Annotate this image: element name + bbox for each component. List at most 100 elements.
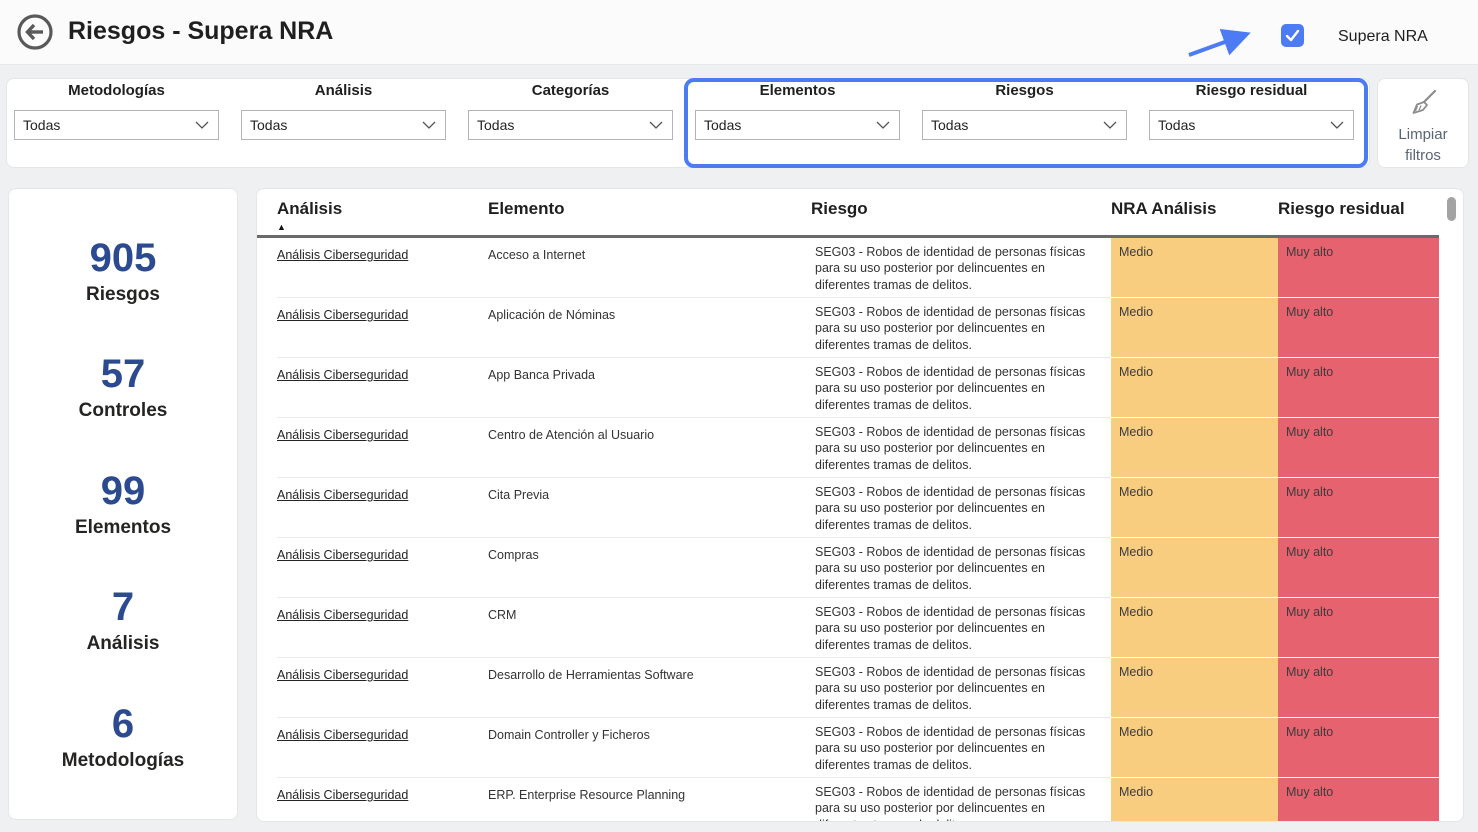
chevron-down-icon (876, 121, 890, 129)
dropdown-value: Todas (1158, 117, 1195, 133)
table-row: Análisis Ciberseguridad ERP. Enterprise … (257, 778, 1463, 822)
kpi-value: 905 (9, 237, 237, 279)
kpi-label: Controles (9, 400, 237, 422)
supera-nra-checkbox[interactable] (1281, 24, 1304, 47)
analisis-link[interactable]: Análisis Ciberseguridad (277, 788, 408, 802)
riesgo-cell: SEG03 - Robos de identidad de personas f… (811, 418, 1111, 478)
filter-elementos: Elementos Todas (695, 82, 900, 140)
riesgo-residual-cell: Muy alto (1278, 238, 1439, 298)
kpi-label: Elementos (9, 517, 237, 539)
nra-analisis-cell: Medio (1111, 598, 1278, 658)
riesgo-cell: SEG03 - Robos de identidad de personas f… (811, 598, 1111, 658)
arrow-left-icon (15, 12, 55, 52)
vertical-scrollbar[interactable] (1447, 197, 1456, 221)
riesgo-cell: SEG03 - Robos de identidad de personas f… (811, 538, 1111, 598)
categorias-dropdown[interactable]: Todas (468, 110, 673, 140)
chevron-down-icon (422, 121, 436, 129)
table-header-row: Análisis ▲ Elemento Riesgo NRA Análisis … (257, 189, 1439, 238)
elemento-cell: CRM (488, 598, 811, 658)
riesgo-residual-cell: Muy alto (1278, 718, 1439, 778)
analisis-link[interactable]: Análisis Ciberseguridad (277, 668, 408, 682)
back-button[interactable] (15, 12, 55, 52)
filter-label: Elementos (695, 82, 900, 99)
analisis-link[interactable]: Análisis Ciberseguridad (277, 488, 408, 502)
riesgo-residual-cell: Muy alto (1278, 298, 1439, 358)
metodologias-dropdown[interactable]: Todas (14, 110, 219, 140)
kpi-elementos: 99 Elementos (9, 470, 237, 539)
table-body: Análisis Ciberseguridad Acceso a Interne… (257, 238, 1463, 822)
nra-analisis-cell: Medio (1111, 298, 1278, 358)
elemento-cell: Compras (488, 538, 811, 598)
elemento-cell: Centro de Atención al Usuario (488, 418, 811, 478)
column-header-nra-analisis[interactable]: NRA Análisis (1111, 199, 1278, 235)
riesgo-residual-cell: Muy alto (1278, 478, 1439, 538)
column-header-elemento[interactable]: Elemento (488, 199, 811, 235)
kpi-value: 99 (9, 470, 237, 512)
table-row: Análisis Ciberseguridad App Banca Privad… (257, 358, 1463, 418)
kpi-sidebar: 905 Riesgos 57 Controles 99 Elementos 7 … (8, 188, 238, 820)
nra-analisis-cell: Medio (1111, 478, 1278, 538)
kpi-label: Metodologías (9, 750, 237, 772)
kpi-value: 6 (9, 703, 237, 745)
dropdown-value: Todas (477, 117, 514, 133)
riesgo-cell: SEG03 - Robos de identidad de personas f… (811, 238, 1111, 298)
analisis-link[interactable]: Análisis Ciberseguridad (277, 428, 408, 442)
analisis-link[interactable]: Análisis Ciberseguridad (277, 608, 408, 622)
analisis-link[interactable]: Análisis Ciberseguridad (277, 728, 408, 742)
supera-nra-label: Supera NRA (1338, 28, 1428, 46)
riesgo-cell: SEG03 - Robos de identidad de personas f… (811, 298, 1111, 358)
checkmark-icon (1283, 26, 1302, 45)
chevron-down-icon (649, 121, 663, 129)
filter-metodologias: Metodologías Todas (14, 82, 219, 140)
analisis-link[interactable]: Análisis Ciberseguridad (277, 548, 408, 562)
elemento-cell: Aplicación de Nóminas (488, 298, 811, 358)
clear-filters-button[interactable]: Limpiar filtros (1377, 78, 1469, 168)
annotation-arrow-icon (1185, 24, 1265, 60)
elementos-dropdown[interactable]: Todas (695, 110, 900, 140)
filter-analisis: Análisis Todas (241, 82, 446, 140)
chevron-down-icon (1103, 121, 1117, 129)
column-header-riesgo[interactable]: Riesgo (811, 199, 1111, 235)
riesgo-cell: SEG03 - Robos de identidad de personas f… (811, 658, 1111, 718)
kpi-label: Análisis (9, 633, 237, 655)
elemento-cell: App Banca Privada (488, 358, 811, 418)
table-row: Análisis Ciberseguridad Domain Controlle… (257, 718, 1463, 778)
nra-analisis-cell: Medio (1111, 538, 1278, 598)
table-row: Análisis Ciberseguridad Compras SEG03 - … (257, 538, 1463, 598)
nra-analisis-cell: Medio (1111, 238, 1278, 298)
riesgo-residual-dropdown[interactable]: Todas (1149, 110, 1354, 140)
page-title: Riesgos - Supera NRA (68, 17, 333, 46)
analisis-link[interactable]: Análisis Ciberseguridad (277, 308, 408, 322)
table-row: Análisis Ciberseguridad Centro de Atenci… (257, 418, 1463, 478)
clear-filters-label-line1: Limpiar (1378, 124, 1468, 145)
table-row: Análisis Ciberseguridad Desarrollo de He… (257, 658, 1463, 718)
column-header-analisis[interactable]: Análisis ▲ (277, 199, 488, 235)
riesgo-residual-cell: Muy alto (1278, 538, 1439, 598)
filter-riesgo-residual: Riesgo residual Todas (1149, 82, 1354, 140)
riesgos-dropdown[interactable]: Todas (922, 110, 1127, 140)
riesgo-residual-cell: Muy alto (1278, 358, 1439, 418)
nra-analisis-cell: Medio (1111, 358, 1278, 418)
sort-ascending-icon: ▲ (277, 222, 488, 232)
filter-label: Análisis (241, 82, 446, 99)
elemento-cell: Desarrollo de Herramientas Software (488, 658, 811, 718)
filter-label: Categorías (468, 82, 673, 99)
elemento-cell: ERP. Enterprise Resource Planning (488, 778, 811, 822)
riesgo-cell: SEG03 - Robos de identidad de personas f… (811, 778, 1111, 822)
column-header-riesgo-residual[interactable]: Riesgo residual (1278, 199, 1439, 235)
nra-analisis-cell: Medio (1111, 658, 1278, 718)
analisis-dropdown[interactable]: Todas (241, 110, 446, 140)
nra-analisis-cell: Medio (1111, 718, 1278, 778)
dropdown-value: Todas (250, 117, 287, 133)
header-bar: Riesgos - Supera NRA Supera NRA (0, 0, 1478, 65)
analisis-link[interactable]: Análisis Ciberseguridad (277, 248, 408, 262)
filter-riesgos: Riesgos Todas (922, 82, 1127, 140)
elemento-cell: Cita Previa (488, 478, 811, 538)
chevron-down-icon (1330, 121, 1344, 129)
dropdown-value: Todas (23, 117, 60, 133)
filter-label: Riesgos (922, 82, 1127, 99)
table-row: Análisis Ciberseguridad CRM SEG03 - Robo… (257, 598, 1463, 658)
kpi-value: 7 (9, 586, 237, 628)
analisis-link[interactable]: Análisis Ciberseguridad (277, 368, 408, 382)
elemento-cell: Acceso a Internet (488, 238, 811, 298)
